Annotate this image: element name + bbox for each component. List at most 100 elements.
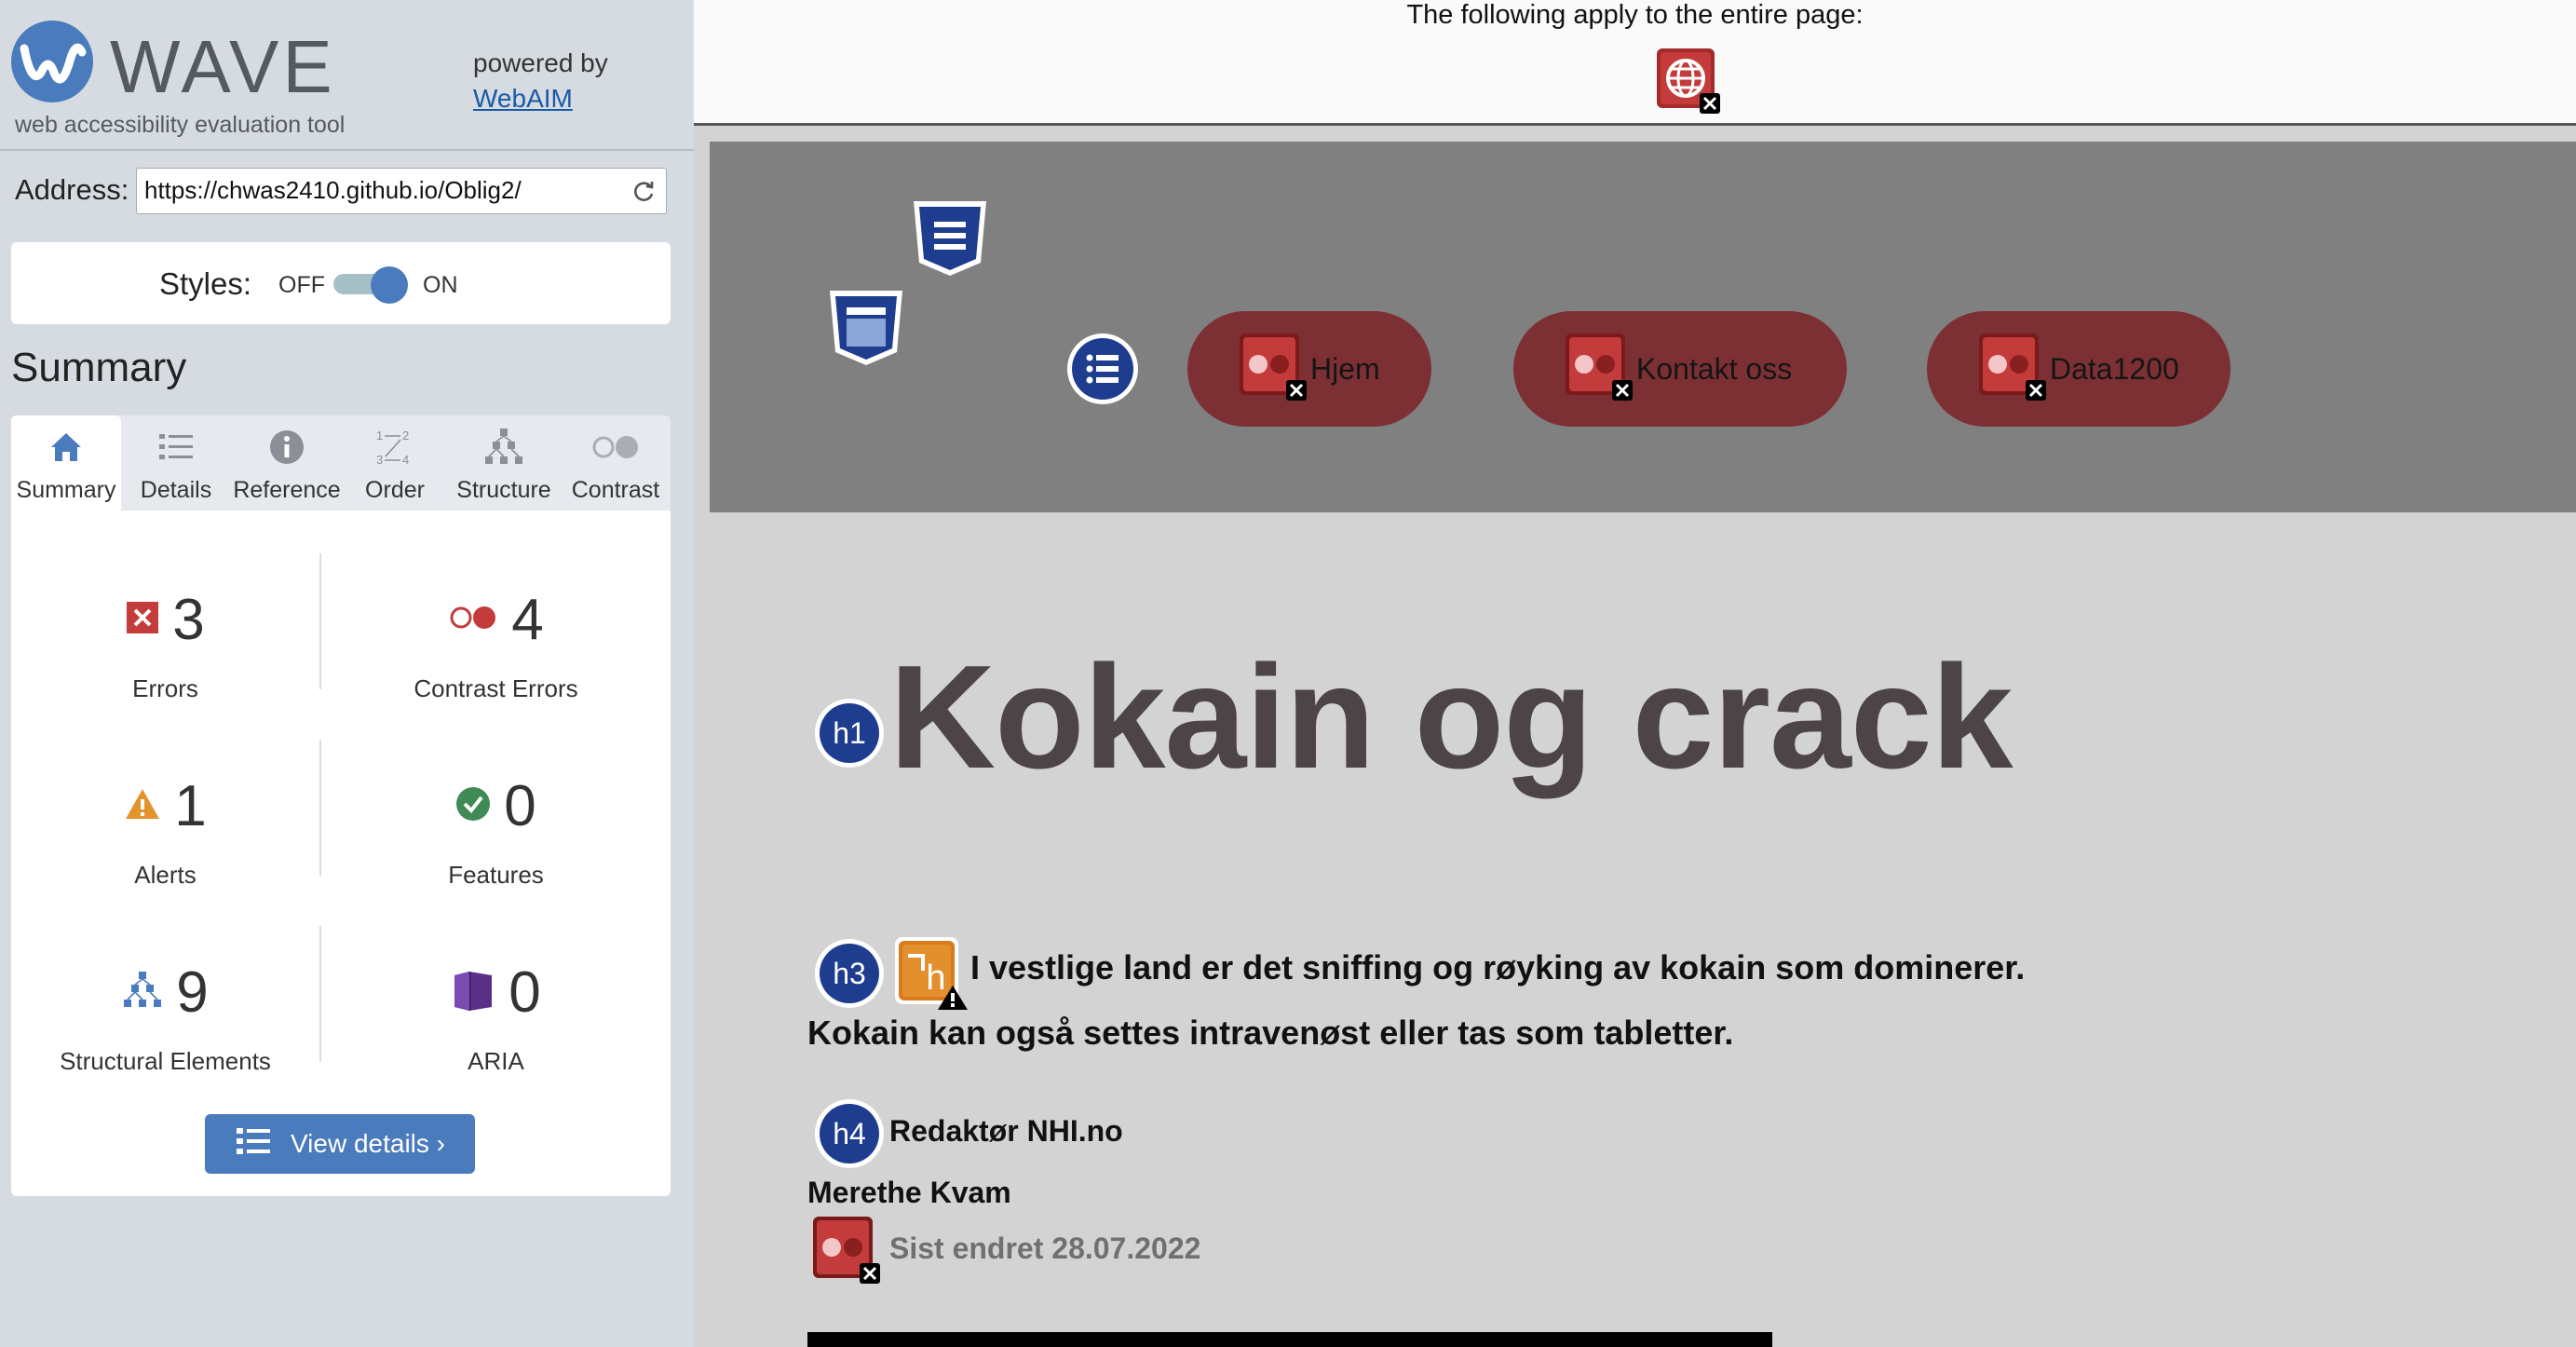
tab-structure-label: Structure [456,477,551,503]
page-notice-bar: The following apply to the entire page: [694,0,2576,126]
lead-text-line-2: Kokain kan også settes intravenøst eller… [807,1014,1734,1052]
contrast-error-icon[interactable] [811,1215,882,1290]
address-input[interactable] [144,176,610,205]
alerts-stat[interactable]: 1 Alerts [11,773,319,904]
content-block [807,1332,1772,1347]
list-icon [121,429,231,466]
styles-card: Styles: OFF ON [11,242,671,324]
nav-label: Hjem [1310,351,1380,386]
tab-details-label: Details [140,477,212,503]
errors-label: Errors [132,674,198,702]
address-label: Address: [15,173,129,206]
tab-summary[interactable]: Summary [11,415,121,510]
contrast-errors-count: 4 [511,588,544,652]
reload-icon[interactable] [630,178,657,209]
editor-heading: Redaktør NHI.no [889,1114,1123,1148]
tab-summary-label: Summary [16,477,116,503]
styles-off-label: OFF [278,272,325,298]
aria-icon [451,968,495,1017]
contrast-error-icon [448,604,498,636]
svg-text:h3: h3 [833,957,866,990]
info-icon [231,429,343,466]
contrast-error-icon [1238,332,1308,407]
last-updated-text: Sist endret 28.07.2022 [889,1231,1201,1265]
styles-toggle[interactable] [333,266,408,304]
page-preview: The following apply to the entire page: [694,0,2576,1347]
structural-count: 9 [176,960,209,1025]
tab-reference[interactable]: Reference [231,415,343,510]
aria-count: 0 [508,960,541,1025]
unordered-list-icon[interactable] [1065,332,1140,411]
alerts-label: Alerts [134,861,197,889]
features-label: Features [448,861,544,889]
features-stat[interactable]: 0 Features [321,773,671,904]
home-icon [11,429,121,466]
errors-count: 3 [172,588,205,652]
svg-text:2: 2 [402,429,409,442]
features-count: 0 [504,774,536,838]
svg-text:4: 4 [402,453,409,467]
toggle-knob [371,266,408,304]
skipped-heading-alert-icon[interactable]: h [893,935,969,1016]
h3-badge[interactable]: h3 [813,937,886,1014]
h1-badge[interactable]: h1 [813,697,886,774]
alert-icon [124,787,161,825]
panel-tabs: Summary Details Reference 1 2 3 4 Order Str… [11,415,671,510]
structure-icon [122,970,163,1015]
tab-order[interactable]: 1 2 3 4 Order [343,415,447,510]
structural-label: Structural Elements [60,1047,271,1075]
contrast-error-icon [1977,332,2048,407]
nav-link-kontakt[interactable]: Kontakt oss [1513,311,1847,427]
language-error-icon[interactable] [1653,47,1722,120]
brand-tagline: web accessibility evaluation tool [15,112,346,138]
nav-label: Data1200 [2050,351,2179,386]
view-details-button[interactable]: View details › [205,1114,475,1174]
error-icon [126,601,159,639]
page-notice-text: The following apply to the entire page: [1406,0,1864,30]
aria-stat[interactable]: 0 ARIA [321,959,671,1090]
webaim-link[interactable]: WebAIM [473,84,573,114]
nav-label: Kontakt oss [1636,351,1793,386]
errors-stat[interactable]: 3 Errors [11,587,319,717]
svg-text:3: 3 [376,453,383,467]
nav-link-hjem[interactable]: Hjem [1187,311,1431,427]
nav-link-data1200[interactable]: Data1200 [1927,311,2230,427]
nav-region-icon[interactable] [826,287,906,374]
tab-contrast[interactable]: Contrast [561,415,671,510]
site-nav: Hjem Kontakt oss Data1200 [710,142,2576,512]
svg-text:h4: h4 [833,1117,866,1150]
contrast-error-icon [1564,332,1634,407]
wave-sidebar: WAVE web accessibility evaluation tool p… [0,0,694,1347]
tab-structure[interactable]: Structure [447,415,561,510]
h4-badge[interactable]: h4 [813,1097,886,1175]
summary-panel: 3 Errors 4 Contrast Errors 1 Alerts 0 Fe… [11,510,671,1196]
summary-heading: Summary [11,345,187,390]
tab-details[interactable]: Details [121,415,231,510]
hierarchy-icon [447,429,561,466]
svg-text:h1: h1 [833,716,866,750]
svg-text:h: h [926,959,945,998]
page-heading: Kokain og crack [889,635,2013,799]
contrast-errors-stat[interactable]: 4 Contrast Errors [321,587,671,717]
contrast-icon [561,429,671,466]
styles-label: Styles: [159,266,252,301]
header-region-icon[interactable] [910,197,990,284]
order-icon: 1 2 3 4 [343,429,447,467]
tab-contrast-label: Contrast [571,477,660,503]
tab-reference-label: Reference [233,477,341,503]
structural-stat[interactable]: 9 Structural Elements [11,959,319,1090]
address-field [136,168,667,214]
aria-label: ARIA [468,1047,524,1075]
powered-by-text: powered by [473,48,608,77]
author-name: Merethe Kvam [807,1176,1011,1209]
list-icon [235,1125,272,1163]
divider [0,149,694,151]
svg-text:1: 1 [376,429,383,442]
tab-order-label: Order [365,477,425,503]
lead-text-line-1: I vestlige land er det sniffing og røyki… [970,948,2026,986]
contrast-errors-label: Contrast Errors [414,674,578,702]
brand-name: WAVE [110,25,336,108]
view-details-label: View details › [290,1129,445,1158]
feature-check-icon [455,786,491,826]
styles-on-label: ON [423,272,458,298]
